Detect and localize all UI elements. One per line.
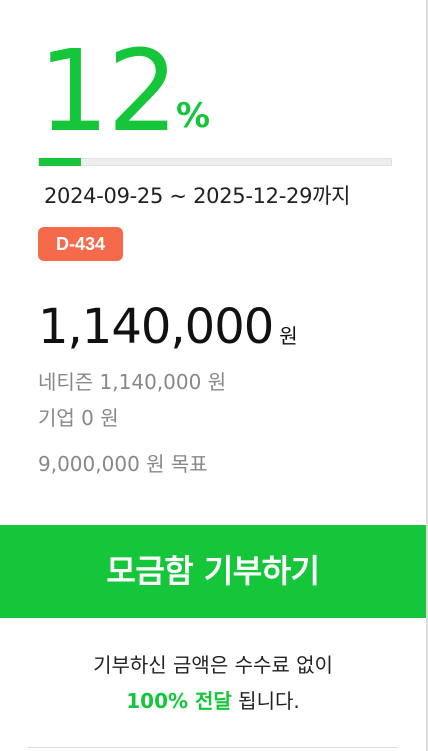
citizen-donation: 네티즌 1,140,000 원 bbox=[38, 370, 227, 394]
raised-unit: 원 bbox=[279, 324, 298, 348]
goal-amount: 9,000,000 원 목표 bbox=[38, 452, 208, 476]
fee-notice-line2: 100% 전달 됩니다. bbox=[0, 687, 426, 715]
fee-notice-line1: 기부하신 금액은 수수료 없이 bbox=[93, 653, 333, 677]
campaign-period: 2024-09-25 ~ 2025-12-29까지 bbox=[44, 184, 351, 208]
fee-notice-suffix: 됩니다. bbox=[231, 689, 300, 713]
progress-bar-fill bbox=[39, 158, 82, 166]
progress-bar bbox=[38, 158, 392, 166]
donate-button[interactable]: 모금함 기부하기 bbox=[0, 525, 426, 618]
raised-total: 1,140,000 원 bbox=[38, 298, 298, 356]
dday-badge: D-434 bbox=[38, 227, 123, 261]
percent-sign: % bbox=[176, 96, 211, 136]
percent-value: 12 bbox=[38, 27, 179, 157]
raised-amount: 1,140,000 bbox=[38, 299, 274, 355]
full-delivery-highlight: 100% 전달 bbox=[126, 689, 232, 713]
bottom-divider bbox=[28, 747, 398, 748]
company-donation: 기업 0 원 bbox=[38, 406, 119, 430]
